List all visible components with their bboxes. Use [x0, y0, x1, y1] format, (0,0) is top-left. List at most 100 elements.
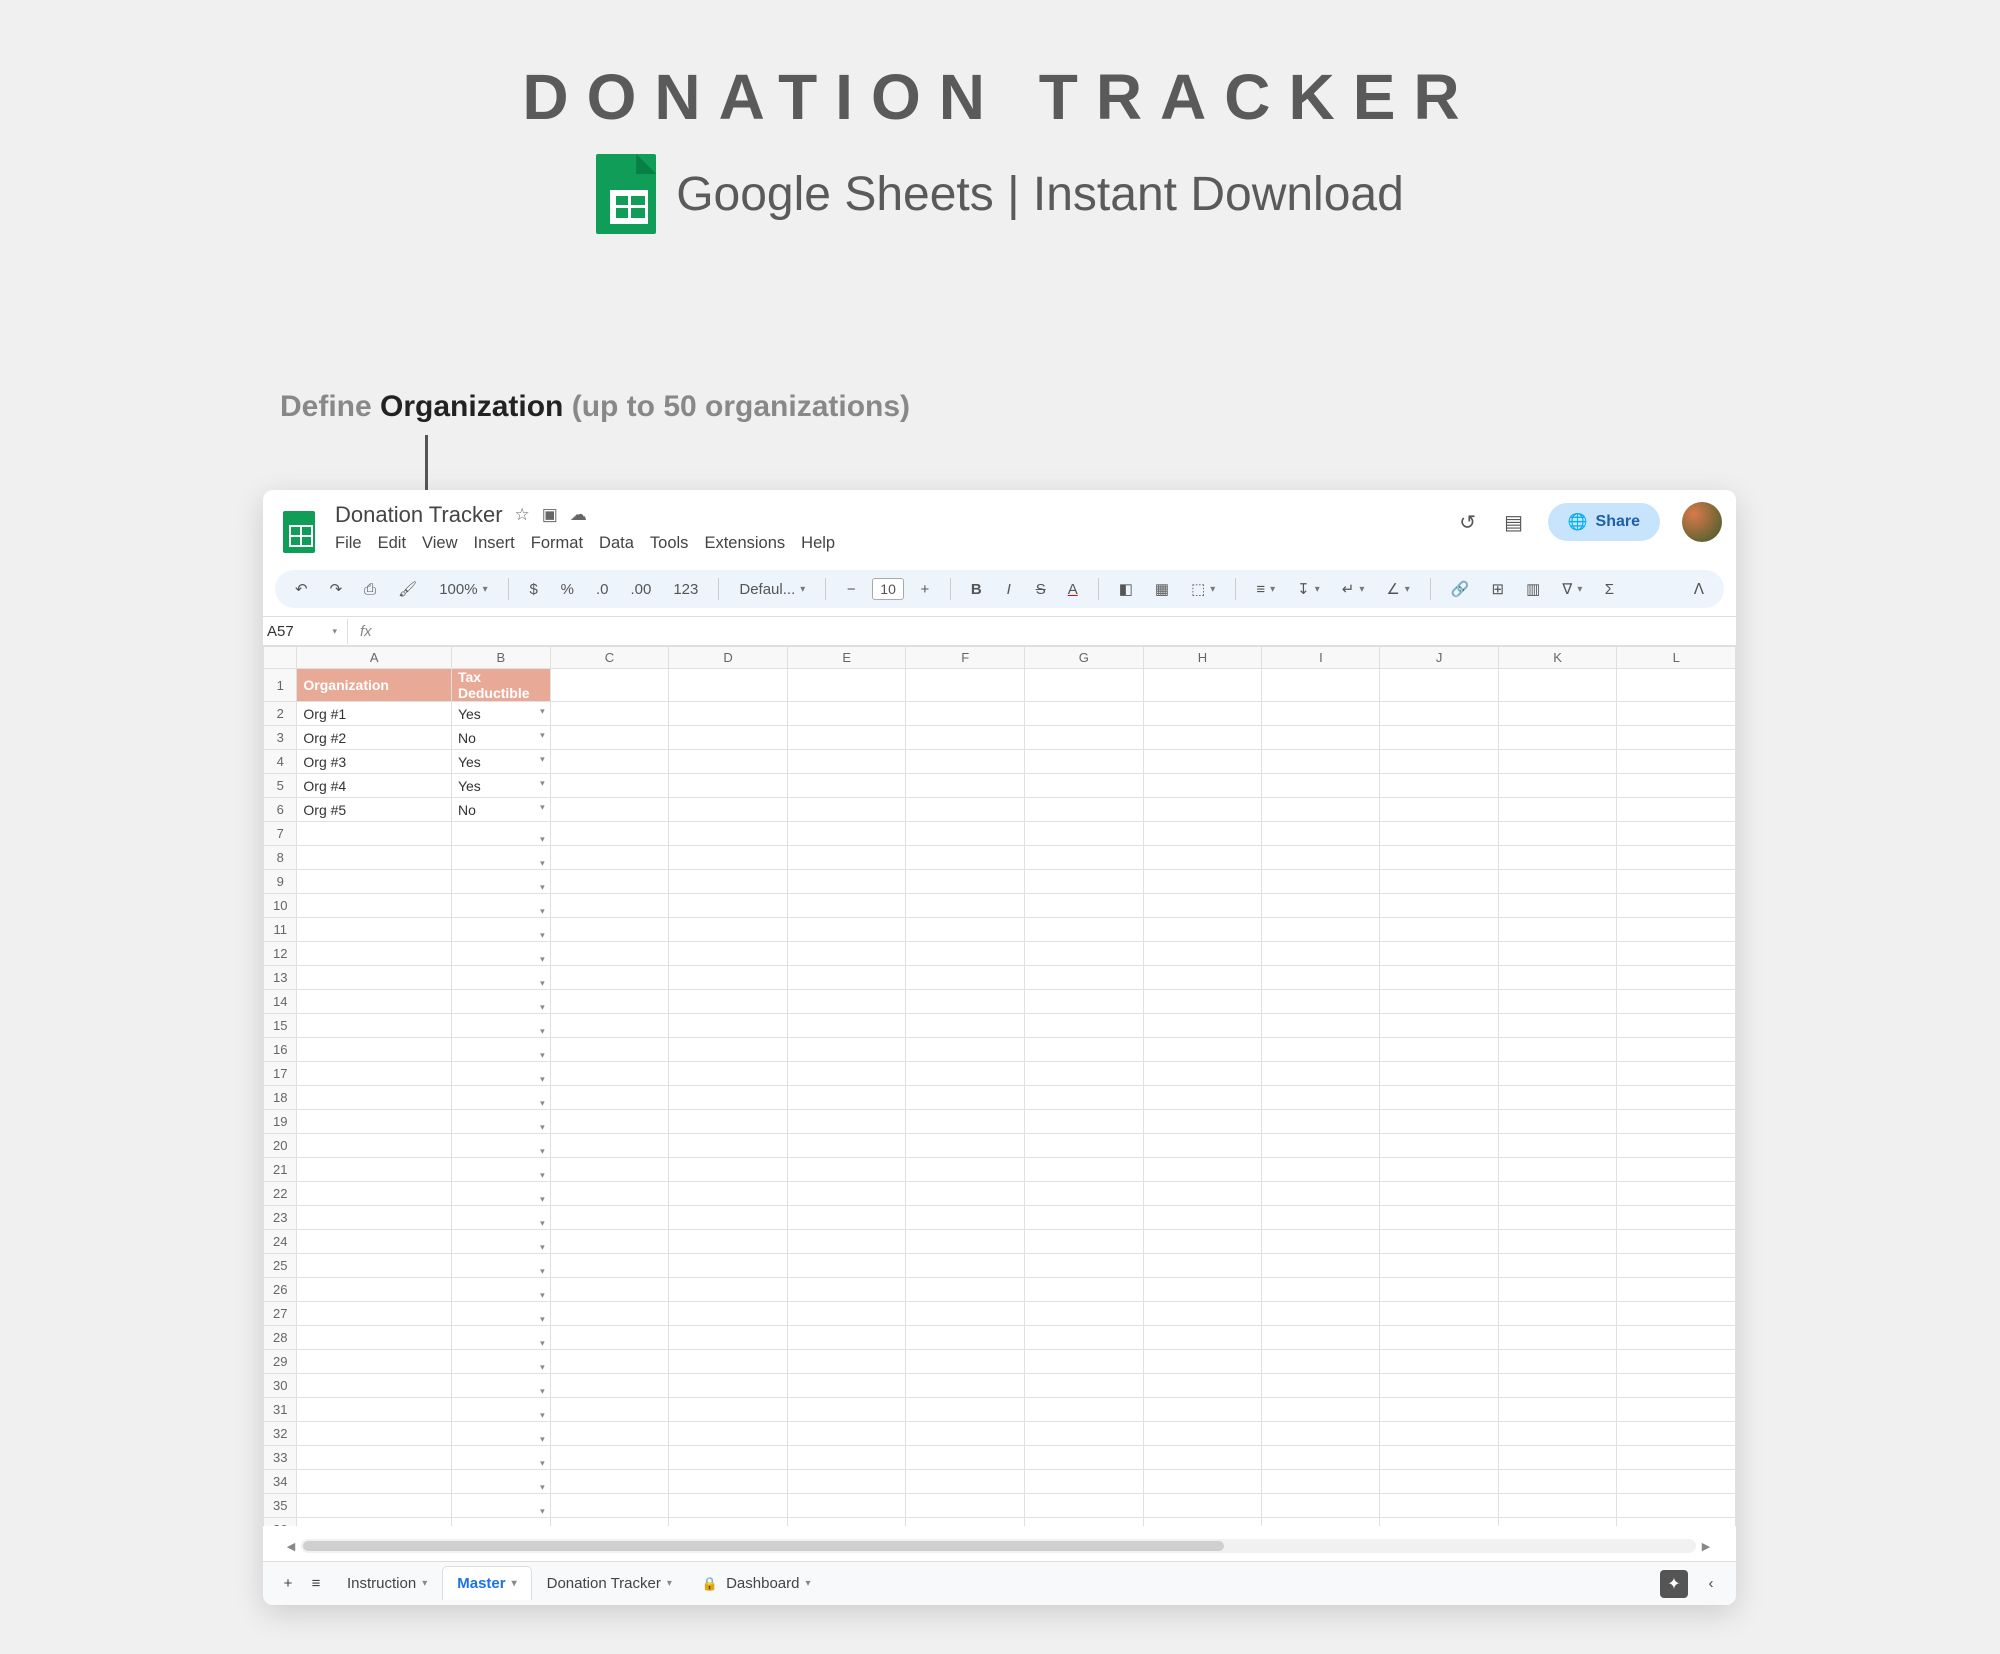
row-header-1[interactable]: 1	[264, 669, 297, 702]
menu-format[interactable]: Format	[531, 534, 583, 553]
cell-E31[interactable]	[787, 1398, 906, 1422]
cell-B20[interactable]	[451, 1134, 550, 1158]
cell-B4[interactable]: Yes	[451, 750, 550, 774]
cell-D28[interactable]	[669, 1326, 788, 1350]
cell-K15[interactable]	[1498, 1014, 1617, 1038]
cell-J8[interactable]	[1380, 846, 1498, 870]
column-header-A[interactable]: A	[297, 647, 452, 669]
cell-G24[interactable]	[1024, 1230, 1143, 1254]
cell-H20[interactable]	[1143, 1134, 1262, 1158]
cell-B24[interactable]	[451, 1230, 550, 1254]
cell-G33[interactable]	[1024, 1446, 1143, 1470]
currency-button[interactable]: $	[523, 577, 545, 602]
cell-G6[interactable]	[1024, 798, 1143, 822]
cell-D7[interactable]	[669, 822, 788, 846]
row-header-16[interactable]: 16	[264, 1038, 297, 1062]
cell-B28[interactable]	[451, 1326, 550, 1350]
cell-F34[interactable]	[906, 1470, 1025, 1494]
cell-B32[interactable]	[451, 1422, 550, 1446]
cell-A4[interactable]: Org #3	[297, 750, 452, 774]
menu-data[interactable]: Data	[599, 534, 634, 553]
cell-A10[interactable]	[297, 894, 452, 918]
cell-K10[interactable]	[1498, 894, 1617, 918]
cell-E21[interactable]	[787, 1158, 906, 1182]
cell-L1[interactable]	[1617, 669, 1736, 702]
cell-F27[interactable]	[906, 1302, 1025, 1326]
row-header-15[interactable]: 15	[264, 1014, 297, 1038]
cell-H36[interactable]	[1143, 1518, 1262, 1527]
cell-G7[interactable]	[1024, 822, 1143, 846]
cell-G21[interactable]	[1024, 1158, 1143, 1182]
cell-I25[interactable]	[1262, 1254, 1380, 1278]
cell-F13[interactable]	[906, 966, 1025, 990]
cell-J34[interactable]	[1380, 1470, 1498, 1494]
cell-J16[interactable]	[1380, 1038, 1498, 1062]
cell-L15[interactable]	[1617, 1014, 1736, 1038]
cell-B22[interactable]	[451, 1182, 550, 1206]
cell-L6[interactable]	[1617, 798, 1736, 822]
cell-L22[interactable]	[1617, 1182, 1736, 1206]
cell-D14[interactable]	[669, 990, 788, 1014]
merge-cells-button[interactable]: ⬚	[1185, 576, 1221, 602]
document-title[interactable]: Donation Tracker	[335, 502, 503, 528]
cell-B3[interactable]: No	[451, 726, 550, 750]
cell-L16[interactable]	[1617, 1038, 1736, 1062]
cell-A2[interactable]: Org #1	[297, 702, 452, 726]
row-header-9[interactable]: 9	[264, 870, 297, 894]
horizontal-align-button[interactable]: ≡	[1250, 577, 1281, 602]
cell-C5[interactable]	[550, 774, 669, 798]
cell-D34[interactable]	[669, 1470, 788, 1494]
cell-A3[interactable]: Org #2	[297, 726, 452, 750]
filter-button[interactable]: ∇	[1556, 576, 1588, 602]
cell-A13[interactable]	[297, 966, 452, 990]
cell-B8[interactable]	[451, 846, 550, 870]
cell-J19[interactable]	[1380, 1110, 1498, 1134]
cell-F5[interactable]	[906, 774, 1025, 798]
cell-C15[interactable]	[550, 1014, 669, 1038]
cell-E3[interactable]	[787, 726, 906, 750]
cell-C1[interactable]	[550, 669, 669, 702]
cell-L23[interactable]	[1617, 1206, 1736, 1230]
cell-F10[interactable]	[906, 894, 1025, 918]
cell-J3[interactable]	[1380, 726, 1498, 750]
cell-H23[interactable]	[1143, 1206, 1262, 1230]
cell-E4[interactable]	[787, 750, 906, 774]
column-header-K[interactable]: K	[1498, 647, 1617, 669]
cell-J30[interactable]	[1380, 1374, 1498, 1398]
cell-L36[interactable]	[1617, 1518, 1736, 1527]
cell-A8[interactable]	[297, 846, 452, 870]
cell-B16[interactable]	[451, 1038, 550, 1062]
header-tax-deductible[interactable]: Tax Deductible	[451, 669, 550, 702]
cell-A30[interactable]	[297, 1374, 452, 1398]
cell-J6[interactable]	[1380, 798, 1498, 822]
cell-A6[interactable]: Org #5	[297, 798, 452, 822]
tab-dropdown-icon[interactable]: ▾	[667, 1578, 672, 1589]
cell-H8[interactable]	[1143, 846, 1262, 870]
percent-button[interactable]: %	[555, 577, 580, 602]
cell-C14[interactable]	[550, 990, 669, 1014]
font-size-decrease[interactable]: −	[840, 577, 862, 602]
cell-D1[interactable]	[669, 669, 788, 702]
row-header-26[interactable]: 26	[264, 1278, 297, 1302]
row-header-29[interactable]: 29	[264, 1350, 297, 1374]
cell-C4[interactable]	[550, 750, 669, 774]
cell-D2[interactable]	[669, 702, 788, 726]
row-header-20[interactable]: 20	[264, 1134, 297, 1158]
cell-L18[interactable]	[1617, 1086, 1736, 1110]
row-header-8[interactable]: 8	[264, 846, 297, 870]
cell-C21[interactable]	[550, 1158, 669, 1182]
cell-B18[interactable]	[451, 1086, 550, 1110]
cell-K32[interactable]	[1498, 1422, 1617, 1446]
cell-H25[interactable]	[1143, 1254, 1262, 1278]
cell-K6[interactable]	[1498, 798, 1617, 822]
cell-H24[interactable]	[1143, 1230, 1262, 1254]
column-header-B[interactable]: B	[451, 647, 550, 669]
cell-J29[interactable]	[1380, 1350, 1498, 1374]
cell-F9[interactable]	[906, 870, 1025, 894]
cell-A33[interactable]	[297, 1446, 452, 1470]
cell-F25[interactable]	[906, 1254, 1025, 1278]
cell-C2[interactable]	[550, 702, 669, 726]
cell-I3[interactable]	[1262, 726, 1380, 750]
functions-button[interactable]: Σ	[1598, 577, 1620, 602]
cell-K30[interactable]	[1498, 1374, 1617, 1398]
